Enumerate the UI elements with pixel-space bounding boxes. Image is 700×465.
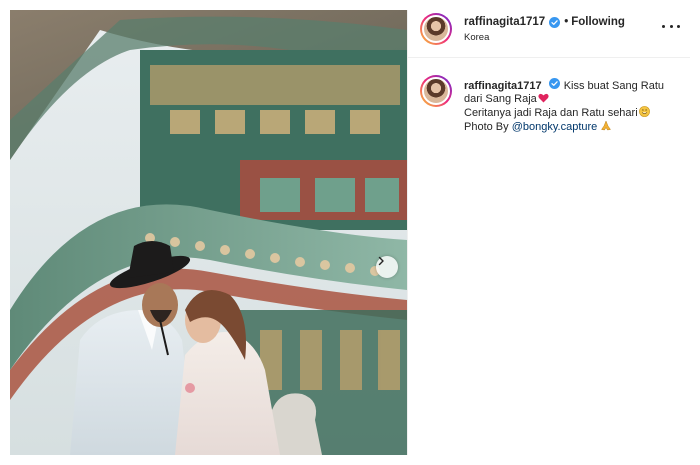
caption-avatar[interactable] — [420, 75, 452, 107]
red-heart-emoji-icon — [538, 93, 549, 103]
separator-dot: • — [564, 16, 569, 28]
post-header: raffinagita1717 • Following Korea — [408, 10, 690, 58]
caption-username-link[interactable]: raffinagita1717 — [464, 80, 542, 92]
avatar[interactable] — [420, 13, 452, 45]
palace-kiss-photo — [10, 10, 407, 455]
post-photo[interactable] — [10, 10, 407, 455]
caption-text: raffinagita1717 Kiss buat Sang Ratu dari… — [464, 78, 684, 134]
next-photo-button[interactable] — [376, 256, 398, 278]
following-button[interactable]: Following — [571, 16, 625, 28]
instagram-post-frame: raffinagita1717 • Following Korea raffin… — [0, 0, 700, 465]
more-options-icon[interactable] — [662, 19, 680, 33]
panel-divider — [407, 10, 408, 455]
header-username-row: raffinagita1717 • Following — [464, 16, 625, 28]
location-link[interactable]: Korea — [464, 32, 489, 43]
chevron-right-icon — [378, 256, 384, 266]
caption-line-2: Ceritanya jadi Raja dan Ratu sehari — [464, 107, 638, 119]
folded-hands-emoji-icon — [601, 120, 612, 131]
verified-badge-icon — [549, 16, 561, 28]
mention-link[interactable]: @bongky.capture — [512, 121, 598, 133]
caption-line-3-prefix: Photo By — [464, 121, 512, 133]
smiling-face-emoji-icon — [638, 106, 650, 117]
verified-badge-icon — [548, 78, 560, 89]
username-link[interactable]: raffinagita1717 — [464, 16, 545, 28]
